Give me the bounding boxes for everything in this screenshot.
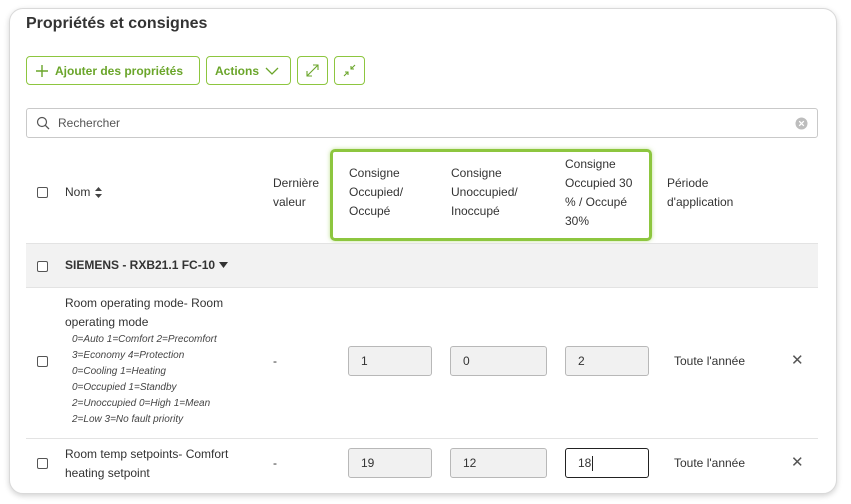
column-name-label: Nom bbox=[65, 185, 91, 199]
header-line: Période bbox=[667, 176, 709, 190]
group-label: SIEMENS - RXB21.1 FC-10 bbox=[65, 258, 216, 272]
actions-dropdown-button[interactable]: Actions bbox=[206, 56, 291, 85]
application-period: Toute l'année bbox=[674, 456, 746, 470]
search-icon bbox=[36, 116, 50, 130]
header-line: d'application bbox=[667, 195, 734, 209]
group-row[interactable]: SIEMENS - RXB21.1 FC-10 bbox=[26, 243, 818, 288]
occupied-30-setpoint-input[interactable]: 2 bbox=[565, 346, 649, 376]
toolbar: Ajouter des propriétés Actions bbox=[26, 56, 365, 87]
add-properties-button[interactable]: Ajouter des propriétés bbox=[26, 56, 200, 85]
expand-icon bbox=[306, 64, 319, 77]
row-checkbox[interactable] bbox=[37, 458, 48, 469]
occupied-setpoint-input[interactable]: 19 bbox=[348, 448, 432, 478]
description-line: 2=Unoccupied 0=High 1=Mean bbox=[72, 398, 211, 409]
collapse-icon bbox=[343, 64, 356, 77]
select-all-checkbox[interactable] bbox=[37, 187, 48, 198]
unoccupied-setpoint-input[interactable]: 0 bbox=[450, 346, 547, 376]
row-divider bbox=[26, 438, 818, 439]
search-bar bbox=[26, 108, 818, 138]
unoccupied-setpoint-input[interactable]: 12 bbox=[450, 448, 547, 478]
expand-button[interactable] bbox=[297, 56, 328, 85]
clear-search-icon[interactable] bbox=[795, 117, 808, 130]
sort-icon[interactable] bbox=[94, 186, 103, 199]
property-name-line: operating mode bbox=[65, 315, 149, 329]
chevron-down-icon bbox=[265, 67, 279, 75]
header-line: valeur bbox=[273, 195, 306, 209]
text-cursor bbox=[592, 455, 594, 471]
property-name-line: heating setpoint bbox=[65, 466, 150, 480]
property-name: Room temp setpoints- Comfort heating set… bbox=[65, 445, 228, 483]
actions-label: Actions bbox=[215, 63, 260, 78]
description-line: 0=Cooling 1=Heating bbox=[72, 366, 166, 377]
property-name-line: Room operating mode- Room bbox=[65, 296, 224, 310]
input-value: 18 bbox=[578, 456, 592, 470]
last-value: - bbox=[273, 456, 277, 470]
description-line: 0=Occupied 1=Standby bbox=[72, 382, 177, 393]
description-line: 0=Auto 1=Comfort 2=Precomfort bbox=[72, 334, 217, 345]
row-checkbox[interactable] bbox=[37, 356, 48, 367]
collapse-button[interactable] bbox=[334, 56, 365, 85]
column-header-period: Période d'application bbox=[667, 174, 733, 212]
property-name-line: Room temp setpoints- Comfort bbox=[65, 447, 229, 461]
last-value: - bbox=[273, 354, 277, 368]
occupied-30-setpoint-input[interactable]: 18 bbox=[565, 448, 649, 478]
group-checkbox[interactable] bbox=[37, 261, 48, 272]
plus-icon bbox=[36, 64, 48, 77]
header-line: Dernière bbox=[273, 176, 320, 190]
setpoint-columns-highlight bbox=[330, 149, 652, 241]
property-name: Room operating mode- Room operating mode bbox=[65, 294, 223, 332]
add-properties-label: Ajouter des propriétés bbox=[55, 63, 184, 78]
delete-row-icon[interactable]: ✕ bbox=[791, 351, 804, 369]
application-period: Toute l'année bbox=[674, 354, 746, 368]
description-line: 3=Economy 4=Protection bbox=[72, 350, 185, 361]
column-header-name[interactable]: Nom bbox=[65, 183, 103, 202]
group-header[interactable]: SIEMENS - RXB21.1 FC-10 bbox=[65, 258, 229, 272]
column-header-last-value: Dernière valeur bbox=[273, 174, 319, 212]
occupied-setpoint-input[interactable]: 1 bbox=[348, 346, 432, 376]
delete-row-icon[interactable]: ✕ bbox=[791, 453, 804, 471]
card-title: Propriétés et consignes bbox=[26, 15, 208, 32]
property-description: 0=Auto 1=Comfort 2=Precomfort 3=Economy … bbox=[72, 332, 217, 428]
properties-card: Propriétés et consignes Ajouter des prop… bbox=[9, 8, 837, 494]
search-input[interactable] bbox=[56, 115, 795, 131]
caret-down-icon[interactable] bbox=[219, 262, 229, 268]
description-line: 2=Low 3=No fault priority bbox=[72, 414, 184, 425]
